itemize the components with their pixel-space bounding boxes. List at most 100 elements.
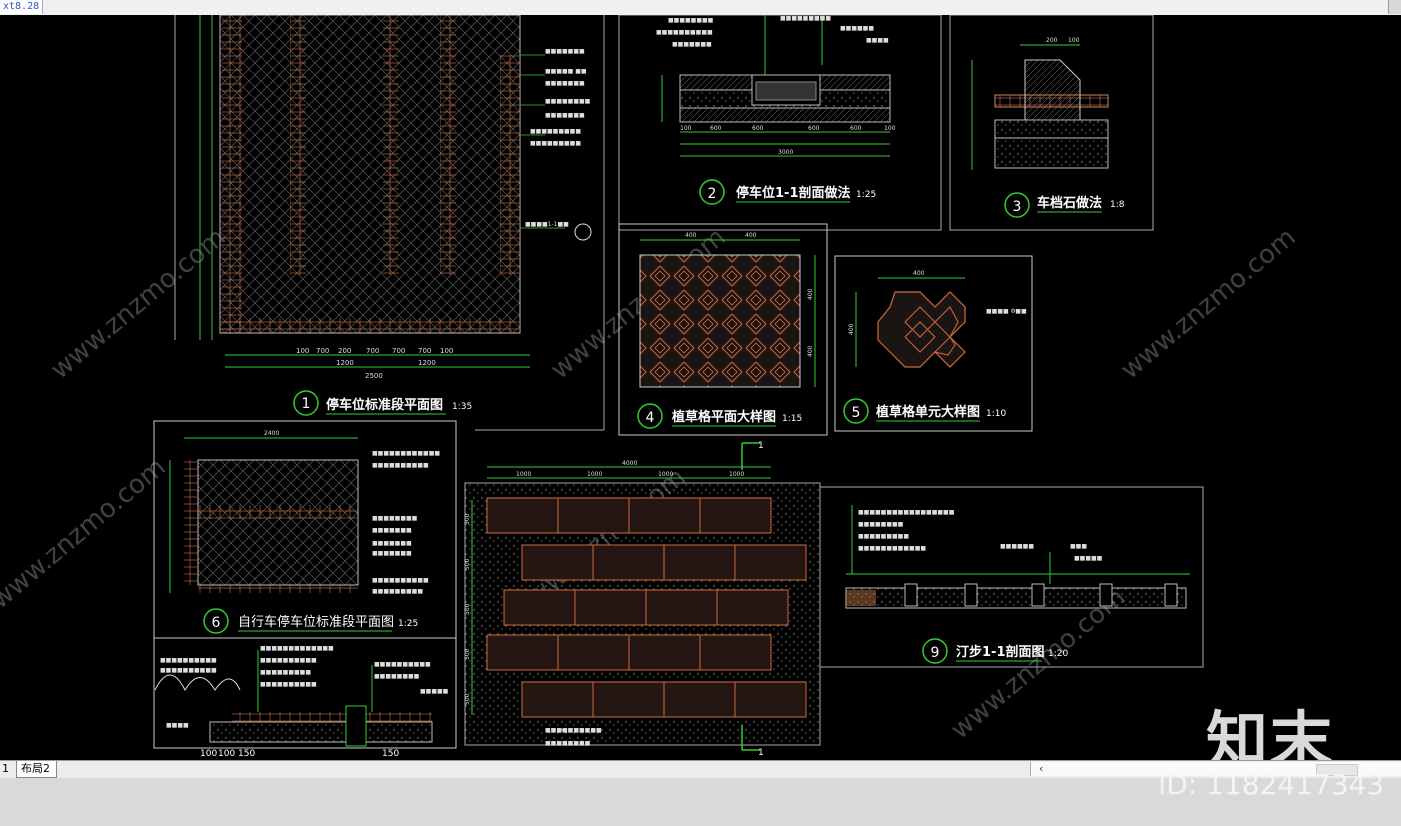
d1-dim-label: 700 [316, 347, 329, 355]
d4-scale: 1:15 [782, 414, 802, 424]
svg-text:■■■■■■■■■: ■■■■■■■■■ [780, 15, 831, 22]
drawing-1: 100 700 200 700 700 700 100 2500 1200 1200 1 停车位标… [174, 15, 605, 431]
stepping-stone [557, 497, 630, 534]
stepping-stone [521, 544, 594, 581]
d5-title: 植草格单元大样图 [875, 404, 980, 420]
svg-text:■■■■■■■■: ■■■■■■■■ [545, 740, 591, 747]
svg-text:■■■■■■■■■■: ■■■■■■■■■■ [372, 462, 429, 469]
stepping-stone [486, 634, 559, 671]
d1-dim-text: 100 700 200 700 700 700 100 2500 1200 1200 [296, 347, 453, 380]
svg-text:■■■■■■■■■: ■■■■■■■■■ [372, 588, 423, 595]
d7-dim-side: 500 [464, 513, 471, 525]
d8-dim-label: 150 [238, 749, 255, 759]
d1-dim-label: 700 [418, 347, 431, 355]
d6-title: 自行车停车位标准段平面图 [238, 614, 394, 630]
d7-dim-side: 500 [464, 693, 471, 705]
svg-text:■■■■■■■■■■: ■■■■■■■■■■ [160, 657, 217, 664]
d2-dim-label: 600 [710, 125, 722, 132]
svg-text:■■■■■■■■■■: ■■■■■■■■■■ [656, 29, 713, 36]
drawing-5: ■■■■ Φ■■ 400 400 5 植草格单元大样图 1:10 [834, 255, 1033, 432]
svg-text:■■■■■■■■■■: ■■■■■■■■■■ [260, 681, 317, 688]
stepping-stone [592, 681, 665, 718]
d3-dim-label: 100 [1068, 37, 1080, 44]
stepping-stone [663, 681, 736, 718]
scroll-left-icon[interactable]: ‹ [1039, 762, 1043, 776]
d1-scale: 1:35 [452, 402, 472, 412]
stepping-stone [734, 681, 807, 718]
svg-text:■■■■■■■■■■: ■■■■■■■■■■ [372, 577, 429, 584]
svg-text:■■■■■: ■■■■■ [1074, 555, 1103, 562]
svg-text:■■■■■■■■■■: ■■■■■■■■■■ [160, 667, 217, 674]
stepping-stone [628, 634, 701, 671]
d8-dim-label: 150 [382, 749, 399, 759]
tab-layout2[interactable]: 布局2 [16, 761, 57, 778]
svg-text:■■■■■■■: ■■■■■■■ [545, 80, 585, 87]
d9-number: 9 [931, 645, 940, 661]
svg-text:■■■■■■■: ■■■■■■■ [545, 48, 585, 55]
svg-text:■■■■■■■■■■■■: ■■■■■■■■■■■■ [372, 450, 440, 457]
drawing-canvas[interactable]: www.znzmo.com www.znzmo.com www.znzmo.co… [0, 15, 1401, 760]
command-line[interactable]: xt8.28 [0, 0, 44, 14]
stepping-stone [645, 589, 718, 626]
svg-text:■■■■■■■■■: ■■■■■■■■■ [260, 669, 311, 676]
window-corner[interactable] [1388, 0, 1401, 14]
stepping-stone [592, 544, 665, 581]
svg-text:■■■■■■■■■■: ■■■■■■■■■■ [545, 727, 602, 734]
svg-text:■■■■1-1■■: ■■■■1-1■■ [525, 221, 569, 228]
d9-title: 汀步1-1剖面图 [956, 644, 1045, 660]
svg-text:■■■■: ■■■■ [866, 37, 889, 44]
d1-dim-label: 700 [366, 347, 379, 355]
svg-text:■■■■■■■■: ■■■■■■■■ [372, 515, 418, 522]
d1-title: 停车位标准段平面图 [326, 397, 443, 413]
d6-dim-label: 2400 [264, 430, 279, 437]
d1-dim-label: 200 [338, 347, 351, 355]
svg-text:■■■■■■■■: ■■■■■■■■ [374, 673, 420, 680]
d7-dim-label: 1000 [729, 471, 744, 478]
d1-dim-sub: 1200 [418, 359, 436, 367]
stepping-stone [628, 497, 701, 534]
svg-text:■■■■■: ■■■■■ [420, 688, 449, 695]
d7-dim-total: 4000 [622, 460, 637, 467]
svg-text:■■■■■■■■■■■■■: ■■■■■■■■■■■■■ [260, 645, 334, 652]
d8-dim-label: 100 [200, 749, 217, 759]
title-bar: xt8.28 [0, 0, 1401, 15]
d1-dim-total: 2500 [365, 372, 383, 380]
d2-scale: 1:25 [856, 190, 876, 200]
d7-dim-side: 500 [464, 603, 471, 615]
svg-text:■■■■■■■■■: ■■■■■■■■■ [530, 128, 581, 135]
d5-number: 5 [852, 405, 861, 421]
svg-text:■■■■■■■■■■: ■■■■■■■■■■ [374, 661, 431, 668]
d2-dim-total: 3000 [778, 149, 793, 156]
d7-dim-label: 1000 [587, 471, 602, 478]
svg-text:■■■■■■■■: ■■■■■■■■ [858, 521, 904, 528]
stepping-stone [486, 497, 559, 534]
svg-text:■■■■■■■■■■■■■■■■■: ■■■■■■■■■■■■■■■■■ [858, 509, 955, 516]
d3-dim-label: 200 [1046, 37, 1058, 44]
drawing-2: ■■■■■■■■■■■■■■■■■■■■■■■■■ ■■■■■■■■■■■■■■… [618, 15, 942, 231]
stepping-stone [503, 589, 576, 626]
d2-dim-label: 100 [884, 125, 896, 132]
stepping-stone [521, 681, 594, 718]
svg-text:■■■■: ■■■■ [166, 722, 189, 729]
d5-dim-label: 400 [913, 270, 925, 277]
svg-text:■■■: ■■■ [1070, 543, 1087, 550]
d4-title: 植草格平面大样图 [671, 409, 776, 425]
svg-text:■■■■■■■■■■■■: ■■■■■■■■■■■■ [858, 545, 926, 552]
svg-text:■■■■■■■: ■■■■■■■ [545, 112, 585, 119]
drawing-6: ■■■■■■■■■■■■■■■■■■■■■■ ■■■■■■■■■■■■■■■■■… [153, 420, 457, 639]
d3-title: 车档石做法 [1037, 195, 1102, 211]
svg-text:■■■■■■■■■: ■■■■■■■■■ [858, 533, 909, 540]
d4-dim-side: 400 [807, 288, 814, 300]
d6-scale: 1:25 [398, 619, 418, 629]
stepping-stone [716, 589, 789, 626]
section-mark-bottom: 1 [758, 748, 764, 758]
svg-text:■■■■■■■■■: ■■■■■■■■■ [530, 140, 581, 147]
d1-number: 1 [302, 396, 311, 412]
watermark-site-4: www.znzmo.com [0, 452, 172, 615]
tab-model[interactable]: 1 [0, 761, 17, 777]
d2-dim-label: 600 [850, 125, 862, 132]
svg-text:■■■■■■: ■■■■■■ [840, 25, 874, 32]
section-mark-top: 1 [758, 441, 764, 451]
svg-text:■■■■■■■: ■■■■■■■ [672, 41, 712, 48]
d2-number: 2 [708, 186, 717, 202]
